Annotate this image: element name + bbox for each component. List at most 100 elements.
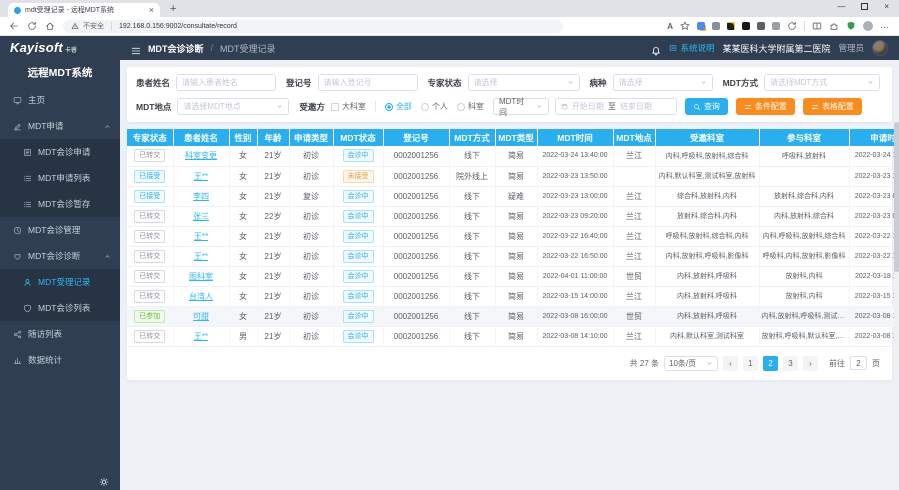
joined-depts-cell: 内科,放射科,呼吸科,测试科室 (759, 306, 849, 326)
sidebar-item-mdt-apply-list[interactable]: MDT申请列表 (0, 165, 120, 191)
patient-name-link[interactable]: 图科室 (189, 272, 213, 281)
sidebar-item-mdt-record[interactable]: MDT受理记录 (0, 269, 120, 295)
expert-status-select[interactable]: 请选择 (468, 74, 580, 91)
adblock-shield-icon[interactable] (846, 21, 856, 31)
sidebar-item-label: 主页 (28, 94, 45, 106)
bell-icon[interactable] (651, 43, 661, 53)
age-cell: 21岁 (257, 286, 289, 306)
patient-name-link[interactable]: 科室变更 (185, 151, 217, 160)
cell: 台湾人 (173, 286, 229, 306)
page-button-3[interactable]: 3 (783, 356, 798, 371)
sidebar-item-mdt-consult-apply[interactable]: MDT会诊申请 (0, 139, 120, 165)
browser-menu-icon[interactable]: … (880, 24, 890, 28)
patient-name-link[interactable]: 台湾人 (189, 292, 213, 301)
mdt-place-select[interactable]: 请选择MDT地点 (177, 98, 289, 115)
dept-checkbox[interactable] (331, 103, 339, 111)
sidebar-item-label: 随访列表 (28, 328, 62, 340)
radio-dept[interactable]: 科室 (457, 101, 484, 112)
favorite-star-icon[interactable] (680, 21, 690, 31)
sidebar-item-mdt-consult-list[interactable]: MDT会诊列表 (0, 295, 120, 321)
browser-tab[interactable]: mdt受理记录 - 远程MDT系统 × (8, 3, 160, 17)
window-maximize-button[interactable] (861, 3, 868, 10)
mdt-place-cell: 世贸 (613, 306, 655, 326)
extension-refresh-icon[interactable] (787, 21, 797, 31)
window-close-button[interactable]: × (884, 2, 889, 11)
column-header: 性别 (229, 129, 257, 146)
reg-no-cell: 0002001256 (383, 146, 449, 166)
condition-config-button[interactable]: 条件配置 (736, 98, 795, 115)
address-bar[interactable]: 不安全 192.168.0.156:9002/consultate/record (63, 20, 563, 33)
tab-close-icon[interactable]: × (149, 6, 154, 15)
back-icon[interactable] (9, 21, 19, 31)
table-row: 已转交张三女22岁初诊会诊中0002001256线下简易2022-03-23 0… (127, 206, 899, 226)
page-size-select[interactable]: 10条/页 (664, 356, 718, 371)
window-minimize-button[interactable]: — (837, 2, 845, 11)
goto-page-input[interactable] (850, 356, 867, 370)
mdt-time-select[interactable]: MDT时间 (493, 98, 549, 115)
sidebar-item-mdt-apply[interactable]: MDT申请 (0, 113, 120, 139)
list-icon (23, 174, 32, 183)
patient-name-link[interactable]: 王** (194, 232, 208, 241)
prev-page-button[interactable]: ‹ (723, 356, 738, 371)
home-icon[interactable] (45, 21, 55, 31)
cell: 王** (173, 166, 229, 186)
page-scrollbar[interactable] (894, 112, 899, 368)
sidebar-item-mdt-manage[interactable]: MDT会诊管理 (0, 217, 120, 243)
extension-icon[interactable] (742, 22, 750, 30)
table-row: 已转交科室变更女21岁初诊会诊中0002001256线下简易2022-03-24… (127, 146, 899, 166)
search-button[interactable]: 查询 (685, 98, 728, 115)
patient-name-link[interactable]: 可甜 (193, 312, 209, 321)
sidebar-item-label: MDT会诊管理 (28, 224, 80, 236)
mdt-place-cell: 兰江 (613, 146, 655, 166)
patient-name-link[interactable]: 王** (194, 332, 208, 341)
table-header-row: 专家状态患者姓名性别年龄申请类型MDT状态登记号MDT方式MDT类型MDT时间M… (127, 129, 899, 146)
extension-icon[interactable] (772, 22, 780, 30)
extension-icon[interactable] (727, 22, 735, 30)
user-avatar[interactable] (872, 40, 888, 56)
scrollbar-thumb[interactable] (894, 122, 899, 272)
expert-status-tag: 已接受 (134, 190, 165, 203)
refresh-icon[interactable] (27, 21, 37, 31)
shield-icon (23, 304, 32, 313)
extensions-puzzle-icon[interactable] (829, 21, 839, 31)
extension-icon[interactable] (712, 22, 720, 30)
patient-name-link[interactable]: 李四 (193, 192, 209, 201)
expert-status-tag: 已转交 (134, 250, 165, 263)
column-header: 申请类型 (289, 129, 333, 146)
system-doc-link[interactable]: 系统说明 (669, 42, 714, 54)
gear-icon[interactable] (99, 474, 109, 484)
new-tab-button[interactable]: + (170, 4, 176, 15)
patient-name-link[interactable]: 张三 (193, 212, 209, 221)
mdt-mode-select[interactable]: 请选择MDT方式 (764, 74, 880, 91)
page-button-2[interactable]: 2 (763, 356, 778, 371)
radio-all[interactable]: 全部 (385, 101, 412, 112)
sidebar-item-label: MDT会诊申请 (38, 146, 90, 158)
sidebar-item-mdt-diagnose[interactable]: MDT会诊诊断 (0, 243, 120, 269)
browser-profile-avatar[interactable] (863, 21, 873, 31)
disease-select[interactable]: 请选择 (613, 74, 713, 91)
invited-depts-cell: 内科,放射科,呼吸科 (655, 266, 759, 286)
patient-name-link[interactable]: 王** (194, 252, 208, 261)
extension-icon[interactable] (757, 22, 765, 30)
next-page-button[interactable]: › (803, 356, 818, 371)
radio-personal[interactable]: 个人 (421, 101, 448, 112)
cell: 会诊中 (333, 146, 383, 166)
cell: 王** (173, 326, 229, 346)
page-button-1[interactable]: 1 (743, 356, 758, 371)
extension-icon[interactable] (697, 22, 705, 30)
read-aloud-icon[interactable]: A (667, 22, 673, 31)
patient-name-link[interactable]: 王** (194, 172, 208, 181)
sidebar-item-follow-list[interactable]: 随访列表 (0, 321, 120, 347)
age-cell: 21岁 (257, 266, 289, 286)
sidebar-item-stats[interactable]: 数据统计 (0, 347, 120, 373)
sidebar-item-home[interactable]: 主页 (0, 87, 120, 113)
toolbar-right-icons: A … (667, 21, 890, 31)
reg-no-input[interactable] (318, 74, 418, 91)
sidebar-collapse-icon[interactable] (131, 43, 141, 53)
sidebar-item-mdt-consult-draft[interactable]: MDT会诊暂存 (0, 191, 120, 217)
table-config-button[interactable]: 表格配置 (803, 98, 862, 115)
patient-name-input[interactable] (176, 74, 276, 91)
date-range-input[interactable]: 开始日期 至 结束日期 (555, 98, 677, 115)
split-screen-icon[interactable] (812, 21, 822, 31)
joined-depts-cell: 放射科,综合科,内科 (759, 186, 849, 206)
